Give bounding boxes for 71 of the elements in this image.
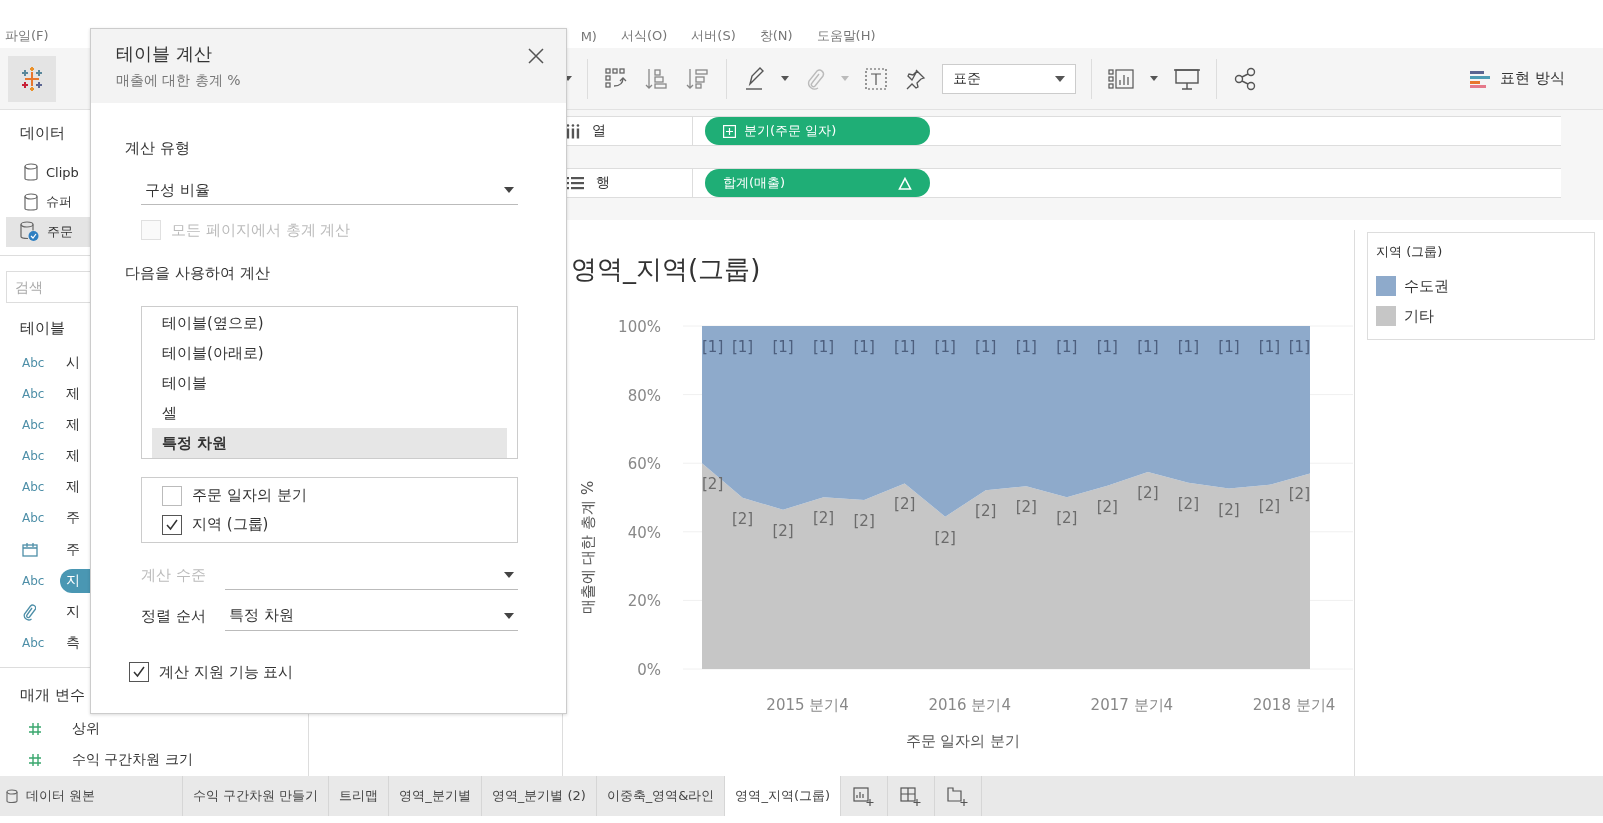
checkbox-label: 주문 일자의 분기	[192, 486, 307, 505]
data-label: [1]	[853, 338, 875, 356]
type-label: Abc	[22, 573, 45, 588]
data-label: [1]	[894, 338, 916, 356]
legend-title: 지역 (그룹)	[1376, 243, 1444, 261]
data-label: [2]	[731, 509, 754, 528]
axis-tick-label: 80%	[627, 386, 661, 405]
data-label: [2]	[975, 502, 997, 521]
data-label: [2]	[1288, 485, 1310, 504]
data-label: [2]	[1056, 509, 1078, 528]
legend-label: 기타	[1404, 306, 1434, 326]
data-label: [2]	[1258, 496, 1281, 515]
data-label: [2]	[772, 521, 794, 540]
type-label: Abc	[22, 511, 45, 526]
y-axis-title: 매출에 대한 총계 %	[579, 480, 597, 615]
data-label: [1]	[731, 338, 754, 356]
data-label: [1]	[1288, 338, 1310, 356]
data-label: [1]	[975, 338, 997, 356]
data-label: [2]	[1096, 497, 1118, 516]
checkbox-label: 지역 (그룹)	[192, 515, 269, 534]
type-label: Abc	[22, 480, 45, 495]
data-label: [2]	[1218, 500, 1240, 519]
type-label: Abc	[22, 449, 45, 464]
type-label: Abc	[22, 417, 45, 432]
data-label: [1]	[812, 338, 835, 356]
section-label: 다음을 사용하여 계산	[125, 264, 271, 284]
data-label: [1]	[934, 338, 956, 356]
data-label: [2]	[702, 475, 724, 494]
data-label: [1]	[1056, 338, 1078, 356]
dialog-title: 테이블 계산	[116, 42, 212, 66]
data-label: [2]	[853, 511, 875, 530]
type-label: Abc	[22, 636, 45, 651]
type-label: Abc	[22, 386, 45, 401]
data-label: [2]	[812, 509, 835, 528]
section-heading: 테이블	[20, 318, 65, 339]
chart-title: 영역_지역(그룹)	[570, 253, 762, 286]
data-label: [1]	[1258, 338, 1281, 356]
axis-tick-label: 20%	[627, 592, 661, 611]
data-label: [2]	[1177, 494, 1200, 513]
axis-tick-label: 2018 분기4	[1252, 696, 1336, 714]
dialog-subtitle: 매출에 대한 총계 %	[116, 72, 241, 90]
data-label: [2]	[1137, 484, 1159, 503]
axis-tick-label: 2017 분기4	[1090, 696, 1174, 714]
axis-tick-label: 40%	[627, 523, 661, 542]
checkbox-label: 모든 페이지에서 총계 계산	[171, 220, 351, 240]
data-label: [2]	[1015, 498, 1037, 517]
data-label: [1]	[1015, 338, 1037, 356]
data-label: [1]	[1177, 338, 1200, 356]
shelf-label: 행	[596, 174, 610, 192]
axis-tick-label: 100%	[618, 318, 661, 336]
axis-tick-label: 2015 분기4	[766, 696, 849, 714]
section-label: 계산 유형	[125, 139, 191, 159]
axis-tick-label: 60%	[627, 455, 661, 474]
data-label: [1]	[1096, 338, 1118, 356]
data-label: [2]	[934, 528, 956, 547]
data-label: [1]	[1218, 338, 1240, 356]
data-label: [1]	[702, 338, 724, 356]
legend-label: 수도권	[1404, 276, 1449, 296]
field-label: 계산 수준	[141, 565, 207, 585]
axis-tick-label: 0%	[637, 661, 661, 679]
shelf-label: 열	[592, 122, 606, 140]
section-heading: 매개 변수	[20, 684, 85, 706]
data-label: [1]	[1137, 338, 1159, 356]
data-label: [2]	[894, 495, 916, 514]
axis-tick-label: 2016 분기4	[928, 696, 1011, 714]
checkbox-label: 계산 지원 기능 표시	[159, 662, 294, 682]
x-axis-title: 주문 일자의 분기	[905, 732, 1021, 750]
data-label: [1]	[772, 338, 794, 356]
field-label: 정렬 순서	[141, 606, 207, 626]
type-label: Abc	[22, 355, 45, 370]
section-heading: 데이터	[20, 123, 65, 144]
